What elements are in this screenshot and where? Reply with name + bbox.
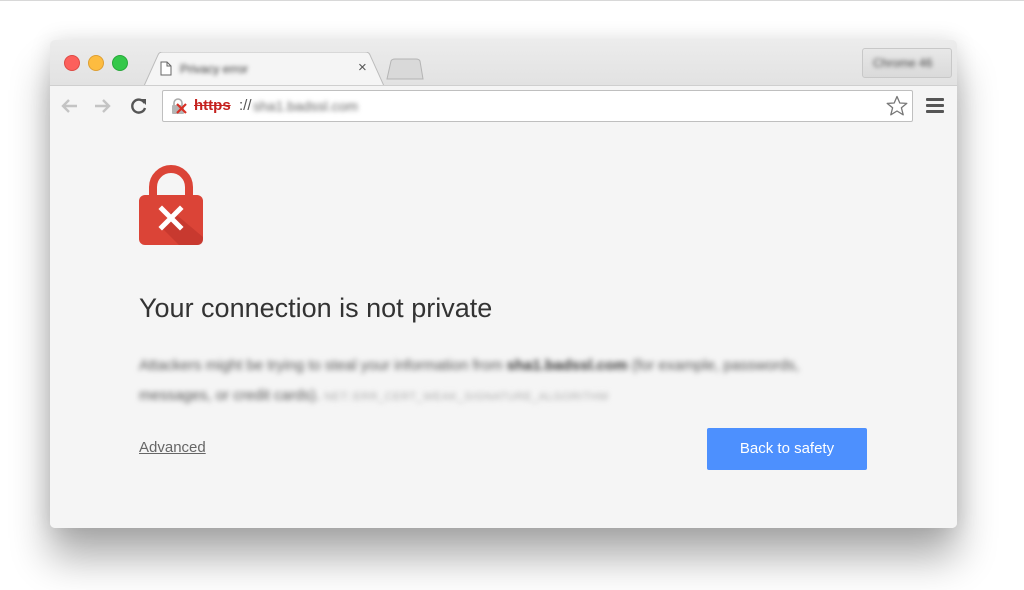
zoom-window-button[interactable] <box>112 55 128 71</box>
hamburger-icon[interactable] <box>926 98 944 114</box>
new-tab-button[interactable] <box>386 58 424 80</box>
advanced-link[interactable]: Advanced <box>139 439 206 456</box>
browser-window: Privacy error × Chrome 46 https:// sha1… <box>50 40 957 528</box>
description-prefix: Attackers might be trying to steal your … <box>139 357 507 374</box>
profile-button[interactable]: Chrome 46 <box>862 48 952 78</box>
tab-title: Privacy error <box>180 62 249 76</box>
star-icon[interactable] <box>885 94 909 118</box>
page-heading: Your connection is not private <box>139 293 493 323</box>
url-host: sha1.badssl.com <box>253 98 359 114</box>
address-bar[interactable]: https :// sha1.badssl.com <box>162 90 913 122</box>
menu-bar <box>926 98 944 101</box>
red-lock-x-icon <box>139 165 203 245</box>
menu-bar <box>926 104 944 107</box>
url-scheme: https <box>194 97 231 114</box>
close-window-button[interactable] <box>64 55 80 71</box>
menu-bar <box>926 110 944 113</box>
error-code: NET::ERR_CERT_WEAK_SIGNATURE_ALGORITHM <box>324 391 609 403</box>
tab-privacy-error[interactable]: Privacy error × <box>144 52 384 86</box>
toolbar: https :// sha1.badssl.com <box>50 85 957 128</box>
minimize-window-button[interactable] <box>88 55 104 71</box>
error-description: Attackers might be trying to steal your … <box>139 351 869 412</box>
tab-strip: Privacy error × Chrome 46 <box>50 40 957 86</box>
description-host: sha1.badssl.com <box>506 357 628 374</box>
arrow-left-icon[interactable] <box>60 96 80 116</box>
back-to-safety-button[interactable]: Back to safety <box>707 428 867 470</box>
broken-lock-icon[interactable] <box>171 98 189 115</box>
reload-icon[interactable] <box>129 96 149 116</box>
arrow-right-icon[interactable] <box>92 96 112 116</box>
profile-label: Chrome 46 <box>873 56 933 70</box>
interstitial-page: Your connection is not private Attackers… <box>50 127 957 528</box>
file-icon <box>160 61 172 76</box>
url-separator: :// <box>239 97 252 114</box>
top-divider <box>0 0 1024 1</box>
tab-close-button[interactable]: × <box>358 59 367 76</box>
